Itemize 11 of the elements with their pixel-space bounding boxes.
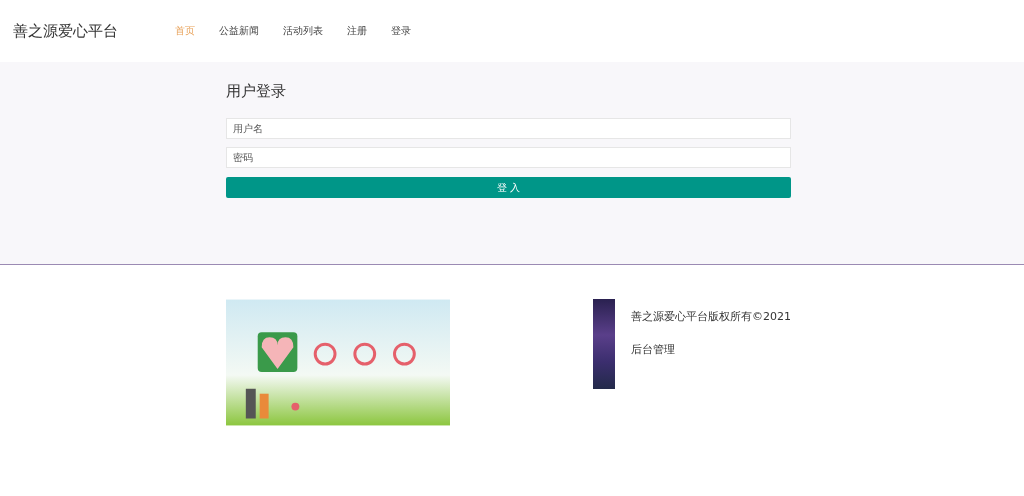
login-title: 用户登录 — [226, 82, 287, 101]
site-title: 善之源爱心平台 — [13, 21, 119, 41]
nav-link[interactable]: 登录 — [391, 24, 411, 38]
nav-link[interactable]: 注册 — [347, 24, 367, 38]
input-field[interactable]: 用户名 — [226, 118, 791, 139]
login-button[interactable]: 登 入 — [226, 177, 791, 198]
input-field[interactable]: 密码 — [226, 147, 791, 168]
nav-link[interactable]: 公益新闻 — [219, 24, 259, 38]
admin-link[interactable]: 后台管理 — [631, 342, 791, 357]
copyright-text: 善之源爱心平台版权所有©2021 — [631, 309, 791, 324]
nav-link[interactable]: 活动列表 — [283, 24, 323, 38]
